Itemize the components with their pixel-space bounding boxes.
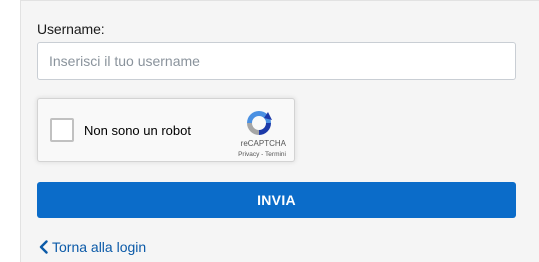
form-panel: Username: Non sono un robot reCAPTCHA Pr… bbox=[20, 0, 539, 262]
username-label: Username: bbox=[37, 21, 105, 37]
recaptcha-widget: Non sono un robot reCAPTCHA Privacy - Te… bbox=[37, 98, 295, 162]
username-input[interactable] bbox=[37, 42, 516, 80]
recaptcha-logo-icon bbox=[247, 111, 272, 135]
back-to-login-link[interactable]: Torna alla login bbox=[39, 239, 146, 255]
back-to-login-label: Torna alla login bbox=[52, 239, 147, 255]
recaptcha-links: Privacy - Termini bbox=[206, 151, 286, 158]
recaptcha-brand: reCAPTCHA bbox=[240, 139, 286, 148]
recaptcha-label: Non sono un robot bbox=[84, 123, 191, 138]
chevron-left-icon bbox=[39, 240, 48, 254]
recaptcha-privacy-link[interactable]: Privacy bbox=[238, 151, 259, 158]
submit-button[interactable]: INVIA bbox=[37, 182, 516, 218]
recaptcha-checkbox[interactable] bbox=[50, 118, 74, 142]
recaptcha-terms-link[interactable]: Termini bbox=[265, 151, 286, 158]
